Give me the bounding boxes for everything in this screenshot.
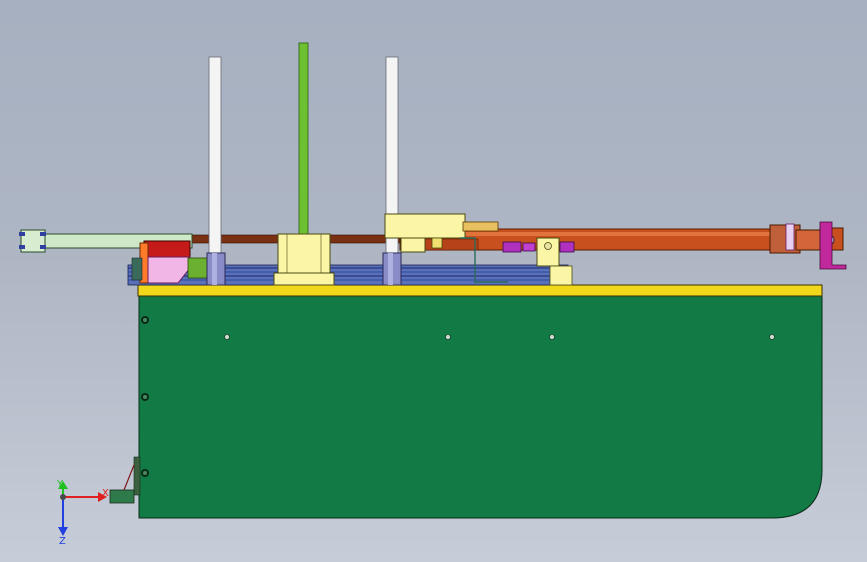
y-axis-label: Y	[56, 479, 64, 490]
gripper-block	[131, 240, 209, 284]
center-rod	[298, 42, 309, 236]
cad-drawing: X Y Z	[19, 42, 847, 547]
z-axis-label: Z	[59, 536, 66, 547]
hole	[549, 334, 555, 340]
hole	[769, 334, 775, 340]
right-post	[382, 56, 402, 286]
center-rod-housing	[273, 233, 335, 286]
hole	[445, 334, 451, 340]
base-plate	[138, 295, 823, 519]
x-axis-label: X	[102, 488, 109, 499]
lower-left-bracket	[109, 456, 141, 504]
axis-triad: X Y Z	[56, 479, 109, 547]
left-post	[206, 56, 226, 286]
hole	[224, 334, 230, 340]
top-rail	[137, 284, 823, 297]
cad-viewport[interactable]: X Y Z	[0, 0, 867, 562]
